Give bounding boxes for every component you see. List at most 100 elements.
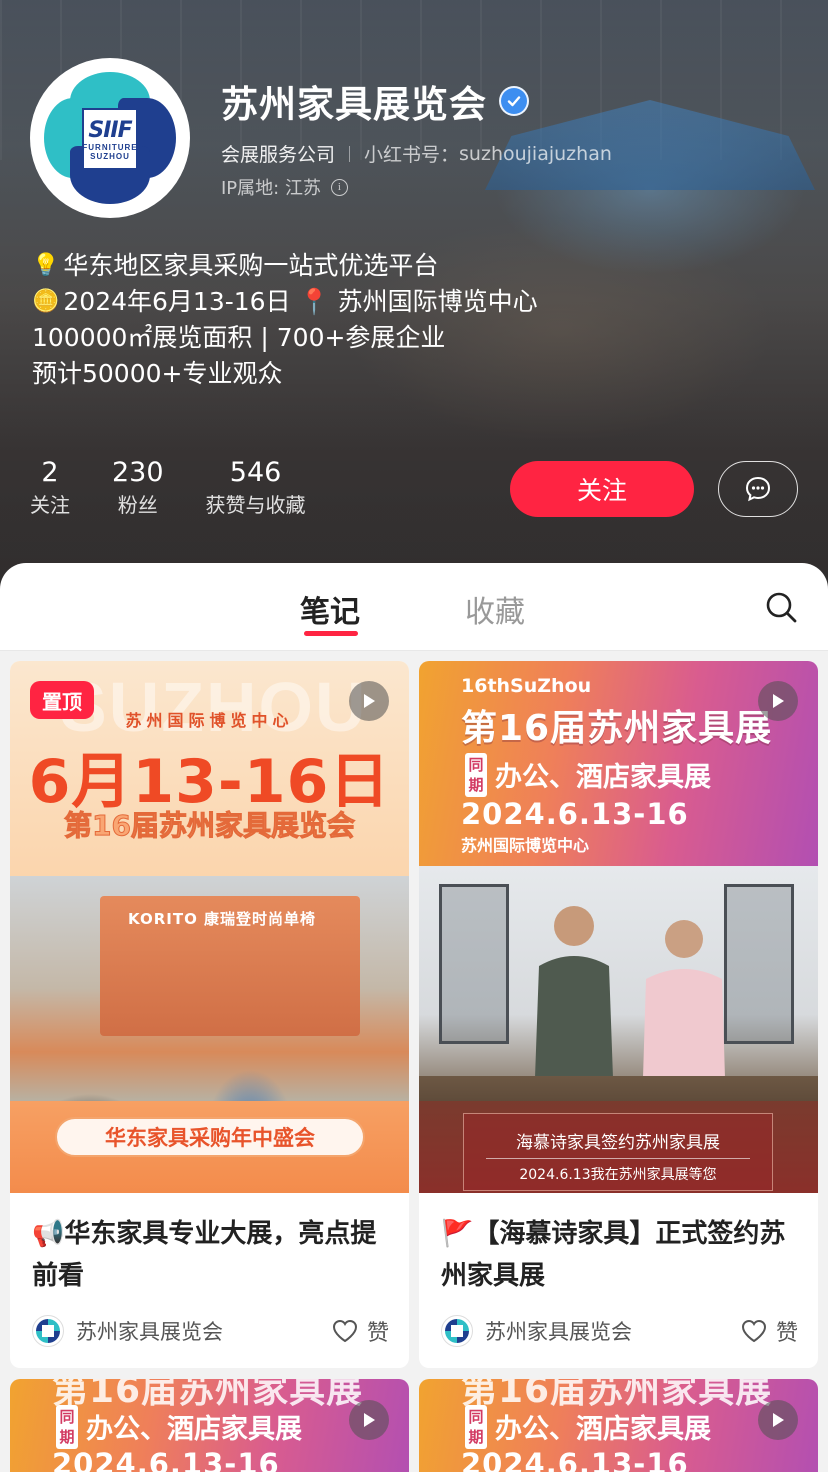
coin-icon: 🪙 bbox=[32, 289, 60, 314]
bio-line-2: 🪙 2024年6月13-16日 📍 苏州国际博览中心 bbox=[32, 284, 538, 320]
cover-venue: 苏州国际博览中心 bbox=[461, 836, 590, 855]
cover-booth-text: KORITO 康瑞登时尚单椅 bbox=[128, 910, 317, 928]
cover-banner: 华东家具采购年中盛会 bbox=[55, 1117, 365, 1157]
note-title[interactable]: 🚩【海慕诗家具】正式签约苏州家具展 bbox=[419, 1193, 818, 1297]
profile-name-row: 苏州家具展览会 bbox=[221, 74, 529, 128]
heart-icon bbox=[741, 1319, 766, 1343]
logo-box: SIIF FURNITURE SUZHOU bbox=[82, 108, 138, 170]
note-cover[interactable]: SUZHOU 苏州国际博览中心 6月13-16日 第16届苏州家具展览会 KOR… bbox=[10, 661, 409, 1193]
stat-likes-collections[interactable]: 546 获赞与收藏 bbox=[206, 456, 306, 520]
cover-caption-line2: 2024.6.13我在苏州家具展等您 bbox=[519, 1167, 717, 1183]
stat-following[interactable]: 2 关注 bbox=[30, 456, 70, 520]
active-tab-indicator bbox=[304, 631, 358, 636]
note-footer: 苏州家具展览会 赞 bbox=[32, 1314, 389, 1348]
profile-name: 苏州家具展览会 bbox=[221, 83, 487, 126]
cover-date: 2024.6.13-16 bbox=[461, 1447, 689, 1472]
tab-notes[interactable]: 笔记 bbox=[300, 587, 360, 631]
profile-header: SIIF FURNITURE SUZHOU 苏州家具展览会 会展服务公司 小红书… bbox=[0, 0, 828, 600]
like-button[interactable]: 赞 bbox=[740, 1315, 798, 1347]
notes-feed: SUZHOU 苏州国际博览中心 6月13-16日 第16届苏州家具展览会 KOR… bbox=[0, 651, 828, 1472]
bio-text: 预计50000+专业观众 bbox=[32, 359, 283, 388]
like-button[interactable]: 赞 bbox=[331, 1315, 389, 1347]
tab-bar: 笔记 收藏 bbox=[0, 563, 828, 651]
logo-sub1: FURNITURE bbox=[82, 142, 138, 152]
profile-meta-row: 会展服务公司 小红书号： suzhoujiajuzhan bbox=[221, 140, 612, 167]
stat-label: 获赞与收藏 bbox=[205, 493, 306, 517]
cover-subtitle: 办公、酒店家具展 bbox=[495, 762, 711, 793]
photo-window bbox=[439, 884, 509, 1044]
video-play-icon bbox=[758, 681, 798, 721]
tab-collections[interactable]: 收藏 bbox=[465, 587, 525, 631]
note-card[interactable]: 16thSuZhou 第16届苏州家具展 同期 办公、酒店家具展 2024.6.… bbox=[419, 661, 818, 1368]
stat-label: 关注 bbox=[30, 493, 70, 517]
pinned-badge: 置顶 bbox=[30, 681, 94, 719]
search-button[interactable] bbox=[762, 588, 800, 626]
logo-text: SIIF bbox=[88, 117, 132, 143]
stat-number: 546 bbox=[229, 457, 282, 488]
stat-number: 2 bbox=[41, 457, 59, 488]
note-footer: 苏州家具展览会 赞 bbox=[441, 1314, 798, 1348]
cover-subtitle: 办公、酒店家具展 bbox=[495, 1414, 711, 1445]
redbook-id[interactable]: suzhoujiajuzhan bbox=[459, 143, 612, 165]
megaphone-icon: 📢 bbox=[32, 1219, 65, 1249]
cover-caption: 海慕诗家具签约苏州家具展 2024.6.13我在苏州家具展等您 bbox=[463, 1113, 773, 1191]
bio-text: 100000㎡展览面积 | 700+参展企业 bbox=[32, 323, 446, 352]
siif-logo: SIIF FURNITURE SUZHOU bbox=[44, 72, 176, 204]
cover-tag: 16thSuZhou bbox=[461, 675, 592, 697]
logo-sub2: SUZHOU bbox=[90, 151, 130, 161]
note-cover[interactable]: 第16届苏州家具展 同期 办公、酒店家具展 2024.6.13-16 bbox=[10, 1379, 409, 1472]
note-card[interactable]: 第16届苏州家具展 同期 办公、酒店家具展 2024.6.13-16 bbox=[419, 1379, 818, 1472]
profile-bio: 💡 华东地区家具采购一站式优选平台 🪙 2024年6月13-16日 📍 苏州国际博览… bbox=[32, 248, 538, 392]
profile-category: 会展服务公司 bbox=[221, 144, 336, 166]
note-cover[interactable]: 第16届苏州家具展 同期 办公、酒店家具展 2024.6.13-16 bbox=[419, 1379, 818, 1472]
cover-subtitle: 第16届苏州家具展览会 bbox=[64, 809, 356, 843]
like-label: 赞 bbox=[366, 1321, 389, 1346]
redbook-id-label: 小红书号： bbox=[364, 144, 460, 166]
photo-window bbox=[724, 884, 794, 1044]
like-label: 赞 bbox=[775, 1321, 798, 1346]
note-title[interactable]: 📢华东家具专业大展，亮点提前看 bbox=[10, 1193, 409, 1297]
message-button[interactable] bbox=[718, 461, 798, 517]
profile-page: SIIF FURNITURE SUZHOU 苏州家具展览会 会展服务公司 小红书… bbox=[0, 0, 828, 1472]
note-title-text: 【海慕诗家具】正式签约苏州家具展 bbox=[441, 1219, 786, 1291]
ip-location: IP属地: 江苏 bbox=[221, 178, 321, 199]
meta-divider bbox=[349, 145, 351, 162]
heart-icon bbox=[332, 1319, 357, 1343]
bio-line-1: 💡 华东地区家具采购一站式优选平台 bbox=[32, 248, 538, 284]
info-icon[interactable]: i bbox=[330, 178, 348, 196]
note-card[interactable]: SUZHOU 苏州国际博览中心 6月13-16日 第16届苏州家具展览会 KOR… bbox=[10, 661, 409, 1368]
video-play-icon bbox=[349, 1400, 389, 1440]
cover-date: 2024.6.13-16 bbox=[52, 1447, 280, 1472]
cover-subtitle: 办公、酒店家具展 bbox=[86, 1414, 302, 1445]
note-title-text: 华东家具专业大展，亮点提前看 bbox=[32, 1219, 377, 1291]
cover-caption-line1: 海慕诗家具签约苏州家具展 bbox=[516, 1133, 720, 1153]
bio-line-4: 预计50000+专业观众 bbox=[32, 356, 538, 392]
note-card[interactable]: 第16届苏州家具展 同期 办公、酒店家具展 2024.6.13-16 bbox=[10, 1379, 409, 1472]
search-icon bbox=[766, 592, 797, 623]
chat-bubble-icon bbox=[745, 476, 771, 502]
cover-tongqi-badge: 同期 bbox=[465, 753, 487, 797]
author-name[interactable]: 苏州家具展览会 bbox=[485, 1316, 740, 1346]
author-avatar[interactable] bbox=[441, 1315, 473, 1347]
verified-badge-icon bbox=[499, 86, 529, 116]
profile-stats: 2 关注 230 粉丝 546 获赞与收藏 bbox=[30, 456, 348, 520]
cover-title: 第16届苏州家具展 bbox=[461, 708, 773, 749]
follow-button[interactable]: 关注 bbox=[510, 461, 694, 517]
video-play-icon bbox=[758, 1400, 798, 1440]
stat-followers[interactable]: 230 粉丝 bbox=[112, 456, 164, 520]
cover-tongqi-badge: 同期 bbox=[465, 1405, 487, 1449]
author-avatar[interactable] bbox=[32, 1315, 64, 1347]
red-flag-icon: 🚩 bbox=[441, 1219, 474, 1249]
header-content: SIIF FURNITURE SUZHOU 苏州家具展览会 会展服务公司 小红书… bbox=[0, 0, 828, 600]
video-play-icon bbox=[349, 681, 389, 721]
stat-number: 230 bbox=[112, 457, 164, 488]
bio-line-3: 100000㎡展览面积 | 700+参展企业 bbox=[32, 320, 538, 356]
caption-divider bbox=[486, 1158, 750, 1159]
lightbulb-icon: 💡 bbox=[32, 253, 60, 278]
author-name[interactable]: 苏州家具展览会 bbox=[76, 1316, 331, 1346]
stat-label: 粉丝 bbox=[117, 493, 158, 517]
bio-text: 华东地区家具采购一站式优选平台 bbox=[63, 251, 439, 280]
photo-person bbox=[534, 906, 614, 1106]
avatar[interactable]: SIIF FURNITURE SUZHOU bbox=[30, 58, 190, 218]
note-cover[interactable]: 16thSuZhou 第16届苏州家具展 同期 办公、酒店家具展 2024.6.… bbox=[419, 661, 818, 1193]
